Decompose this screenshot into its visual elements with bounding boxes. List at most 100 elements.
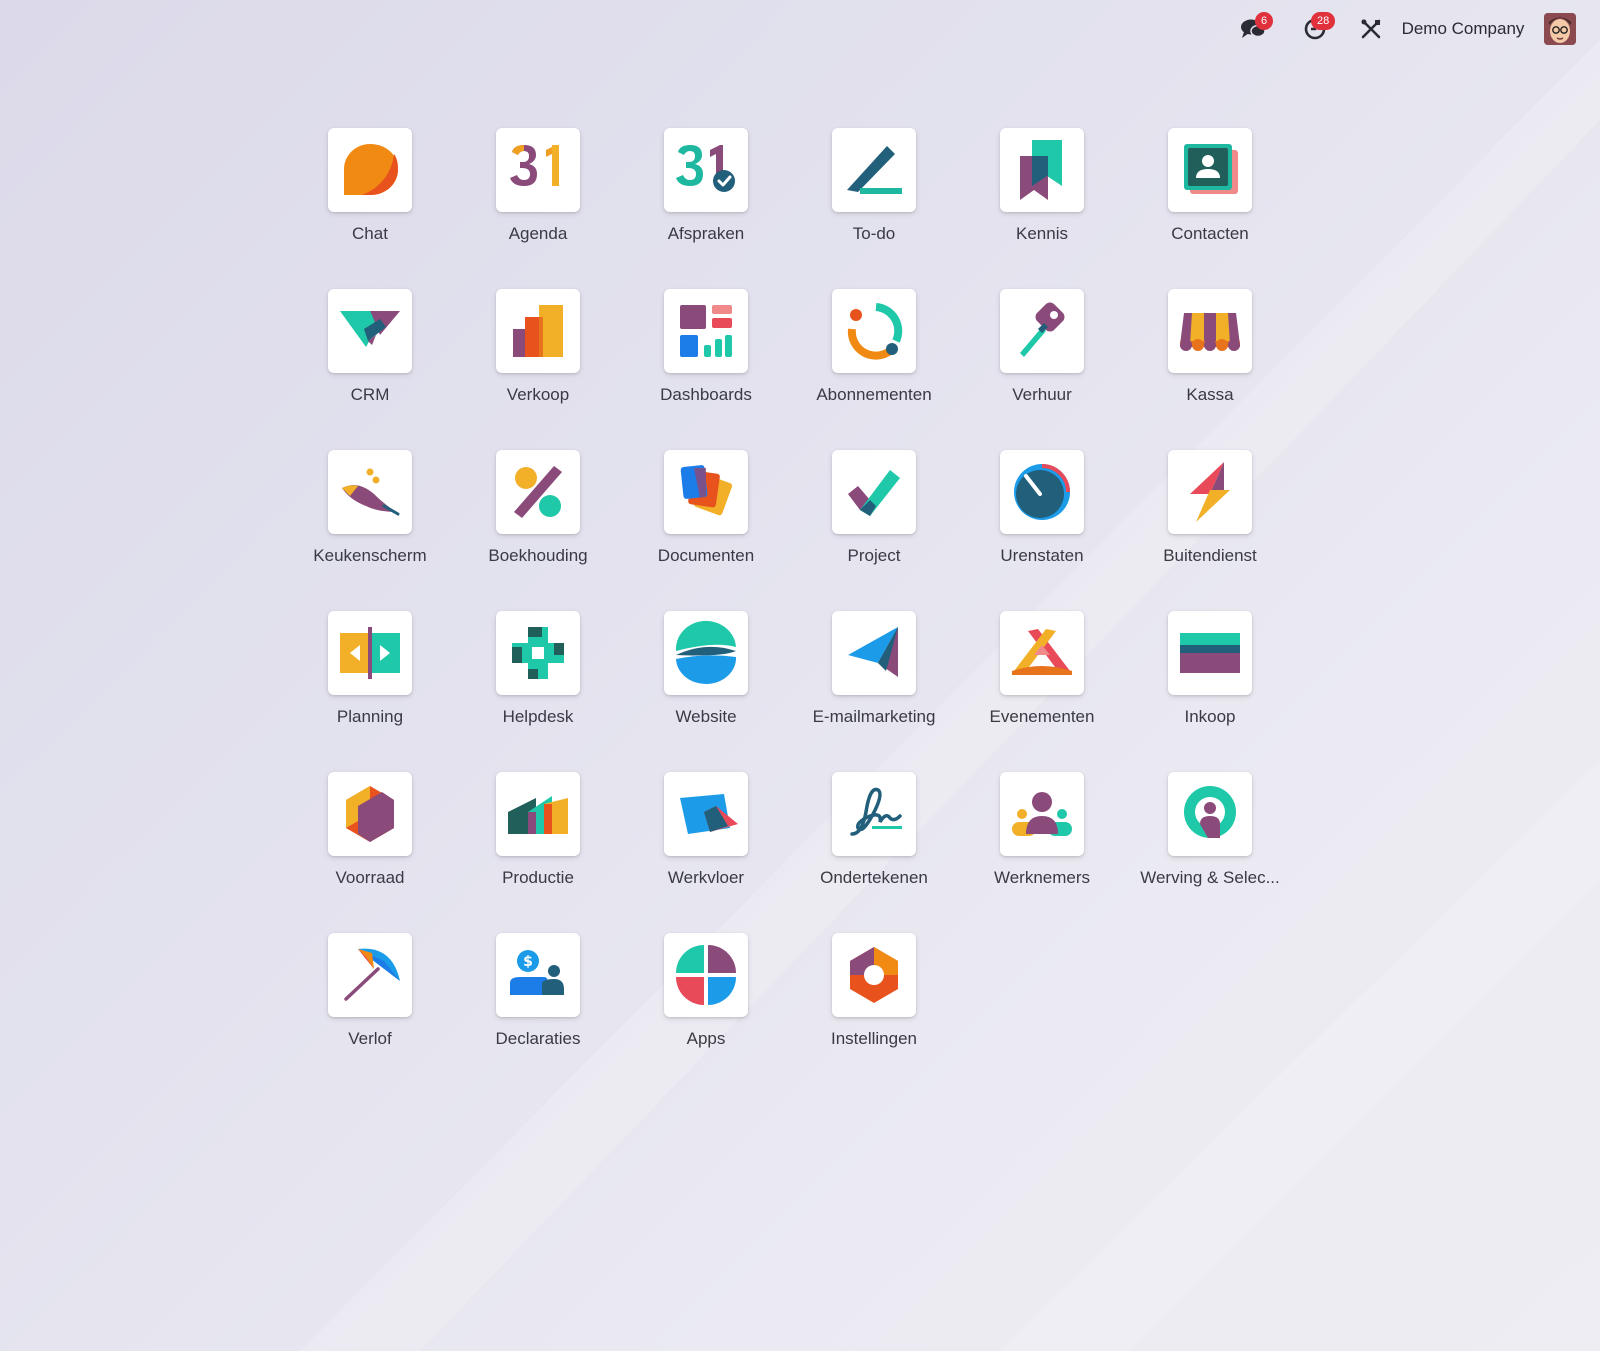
app-helpdesk[interactable]: Helpdesk (473, 611, 603, 761)
app-tile (496, 128, 580, 212)
app-werving[interactable]: Werving & Selec... (1140, 772, 1280, 922)
app-ondertekenen[interactable]: Ondertekenen (809, 772, 939, 922)
app-documenten[interactable]: Documenten (641, 450, 771, 600)
field-service-icon (1190, 462, 1230, 522)
activities-button[interactable]: 28 (1293, 12, 1337, 46)
app-tile (664, 611, 748, 695)
app-label: Ondertekenen (820, 868, 928, 887)
app-tile (664, 933, 748, 1017)
app-crm[interactable]: CRM (305, 289, 435, 439)
app-tile (1168, 772, 1252, 856)
app-tile (832, 128, 916, 212)
app-verhuur[interactable]: Verhuur (977, 289, 1107, 439)
messages-badge: 6 (1255, 12, 1274, 30)
app-label: Declaraties (495, 1029, 581, 1048)
app-kennis[interactable]: Kennis (977, 128, 1107, 278)
time-off-icon (344, 948, 400, 1001)
app-label: Helpdesk (502, 707, 574, 726)
activities-badge: 28 (1311, 12, 1336, 30)
app-urenstaten[interactable]: Urenstaten (977, 450, 1107, 600)
app-label: Verhuur (1012, 385, 1072, 404)
app-project[interactable]: Project (809, 450, 939, 600)
app-werkvloer[interactable]: Werkvloer (641, 772, 771, 922)
debug-tools-button[interactable] (1356, 12, 1386, 46)
app-label: Website (675, 707, 737, 726)
expenses-icon: $ (510, 950, 564, 995)
employees-icon (1012, 792, 1072, 836)
app-werknemers[interactable]: Werknemers (977, 772, 1107, 922)
subscriptions-icon (847, 303, 903, 360)
appointments-icon (676, 145, 735, 192)
app-tile (664, 289, 748, 373)
app-chat[interactable]: Chat (305, 128, 435, 278)
app-label: E-mailmarketing (812, 707, 936, 726)
app-label: Werkvloer (667, 868, 745, 887)
manufacturing-icon (508, 796, 568, 834)
app-website[interactable]: Website (641, 611, 771, 761)
inventory-icon (346, 786, 394, 842)
user-menu-button[interactable] (1542, 12, 1578, 46)
app-buitendienst[interactable]: Buitendienst (1145, 450, 1275, 600)
project-icon (848, 470, 900, 516)
app-label: Werving & Selec... (1140, 868, 1280, 887)
app-tile (832, 933, 916, 1017)
app-tile (328, 933, 412, 1017)
app-tile (832, 611, 916, 695)
app-label: Productie (502, 868, 574, 887)
app-label: Werknemers (993, 868, 1091, 887)
app-tile (496, 772, 580, 856)
knowledge-icon (1020, 140, 1062, 200)
app-evenementen[interactable]: Evenementen (977, 611, 1107, 761)
email-marketing-icon (848, 627, 898, 677)
app-label: Afspraken (667, 224, 745, 243)
app-label: Buitendienst (1163, 546, 1257, 565)
chat-icon (344, 144, 398, 195)
app-label: Abonnementen (816, 385, 932, 404)
app-todo[interactable]: To-do (809, 128, 939, 278)
app-label: Planning (336, 707, 404, 726)
app-agenda[interactable]: Agenda (473, 128, 603, 278)
app-label: Inkoop (1184, 707, 1236, 726)
app-verkoop[interactable]: Verkoop (473, 289, 603, 439)
app-keukenscherm[interactable]: Keukenscherm (305, 450, 435, 600)
app-tile (1000, 450, 1084, 534)
app-tile (1000, 128, 1084, 212)
rental-icon (1020, 302, 1065, 357)
app-planning[interactable]: Planning (305, 611, 435, 761)
app-afspraken[interactable]: Afspraken (641, 128, 771, 278)
app-tile (328, 450, 412, 534)
app-verlof[interactable]: Verlof (305, 933, 435, 1083)
app-instellingen[interactable]: Instellingen (809, 933, 939, 1083)
kitchen-display-icon (342, 468, 400, 516)
app-voorraad[interactable]: Voorraad (305, 772, 435, 922)
app-label: Urenstaten (1000, 546, 1084, 565)
app-label: Kennis (1016, 224, 1068, 243)
app-label: Apps (686, 1029, 726, 1048)
app-emailmarketing[interactable]: E-mailmarketing (809, 611, 939, 761)
crm-icon (340, 311, 400, 347)
website-icon (675, 620, 737, 685)
messages-button[interactable]: 6 (1233, 12, 1274, 46)
app-apps[interactable]: Apps (641, 933, 771, 1083)
app-tile (496, 611, 580, 695)
app-label: Verlof (348, 1029, 392, 1048)
app-abonnementen[interactable]: Abonnementen (809, 289, 939, 439)
app-declaraties[interactable]: $ Declaraties (473, 933, 603, 1083)
app-tile (496, 450, 580, 534)
company-switcher[interactable]: Demo Company (1393, 12, 1533, 46)
app-boekhouding[interactable]: Boekhouding (473, 450, 603, 600)
app-kassa[interactable]: Kassa (1145, 289, 1275, 439)
purchase-icon (1180, 633, 1240, 673)
events-icon (1012, 629, 1072, 675)
app-dashboards[interactable]: Dashboards (641, 289, 771, 439)
app-productie[interactable]: Productie (473, 772, 603, 922)
app-label: CRM (350, 385, 390, 404)
app-tile (1000, 611, 1084, 695)
app-inkoop[interactable]: Inkoop (1145, 611, 1275, 761)
pos-icon (1180, 313, 1240, 351)
app-contacten[interactable]: Contacten (1145, 128, 1275, 278)
settings-icon (850, 947, 898, 1003)
background-decoration (300, 40, 1600, 1351)
app-tile (1000, 772, 1084, 856)
planning-icon (340, 627, 400, 679)
